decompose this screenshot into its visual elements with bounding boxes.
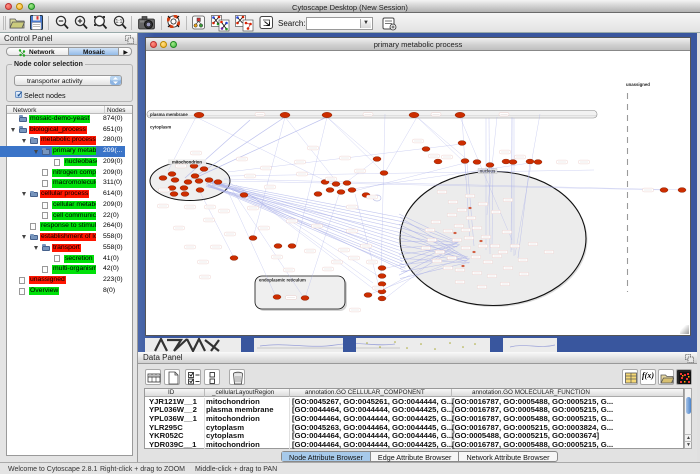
svg-text:unassigned: unassigned [626,82,650,87]
svg-text:cytoplasm: cytoplasm [150,125,171,130]
svg-text:plasma membrane: plasma membrane [150,112,188,117]
svg-text:mitochondrion: mitochondrion [172,160,202,165]
svg-text:1:1: 1:1 [116,19,123,25]
svg-text:endoplasmic reticulum: endoplasmic reticulum [259,278,306,283]
